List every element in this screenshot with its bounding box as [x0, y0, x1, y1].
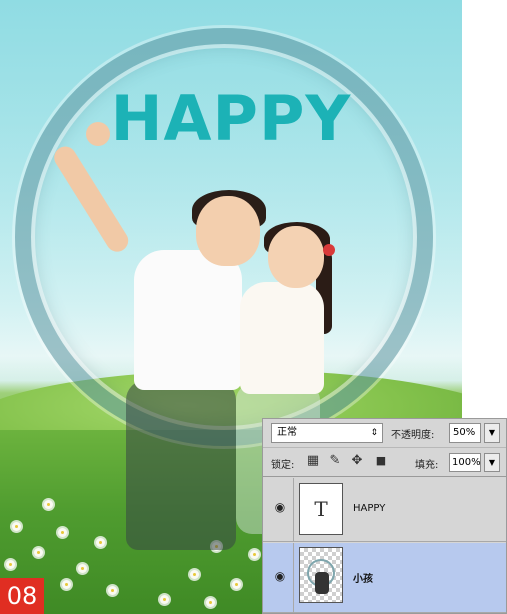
step-number-badge: 08	[0, 578, 44, 614]
lock-fill-row: 锁定: ▦ ✎ ✥ ■ 填充: 100% ▼	[263, 448, 506, 477]
visibility-eye-icon[interactable]: ◉	[270, 500, 290, 514]
daisy	[6, 560, 15, 569]
heading-happy: HAPPY	[110, 82, 352, 155]
thumbnail-kids	[315, 572, 329, 594]
lock-all-icon[interactable]: ■	[373, 453, 389, 469]
visibility-eye-icon[interactable]: ◉	[270, 569, 290, 583]
fill-dropdown-button[interactable]: ▼	[484, 453, 500, 472]
blend-mode-value: 正常	[277, 427, 297, 438]
lock-transparent-pixels-icon[interactable]: ▦	[305, 453, 321, 469]
text-layer-thumbnail: T	[299, 483, 343, 535]
updown-arrows-icon: ⇕	[370, 428, 378, 438]
chevron-down-icon: ▼	[488, 428, 496, 437]
girl-face	[268, 226, 324, 288]
daisy	[206, 598, 215, 607]
daisy	[12, 522, 21, 531]
girl-shirt	[240, 282, 324, 394]
daisy	[190, 570, 199, 579]
boy-pants	[126, 380, 236, 550]
layers-panel: 正常 ⇕ 不透明度: 50% ▼ 锁定: ▦ ✎ ✥ ■ 填充: 100% ▼ …	[262, 418, 507, 614]
boy-shirt	[134, 250, 242, 390]
boy-pointing-hand	[86, 122, 110, 146]
opacity-input[interactable]: 50%	[449, 423, 481, 443]
daisy	[58, 528, 67, 537]
daisy	[96, 538, 105, 547]
daisy	[78, 564, 87, 573]
opacity-label: 不透明度:	[391, 430, 435, 441]
daisy	[250, 550, 259, 559]
daisy	[44, 500, 53, 509]
layer-name[interactable]: HAPPY	[353, 503, 385, 514]
layer-row-kids[interactable]: ◉ 小孩	[263, 543, 506, 613]
lock-label: 锁定:	[271, 460, 295, 471]
fill-label: 填充:	[415, 460, 439, 471]
fill-input[interactable]: 100%	[449, 453, 481, 472]
daisy	[62, 580, 71, 589]
opacity-dropdown-button[interactable]: ▼	[484, 423, 500, 443]
lock-image-pixels-icon[interactable]: ✎	[327, 453, 343, 469]
layer-row-happy[interactable]: ◉ T HAPPY	[263, 478, 506, 542]
boy-face	[196, 196, 260, 266]
image-layer-thumbnail	[299, 547, 343, 603]
column-divider	[293, 478, 294, 541]
column-divider	[293, 543, 294, 612]
daisy	[108, 586, 117, 595]
daisy	[34, 548, 43, 557]
daisy	[232, 580, 241, 589]
blend-opacity-row: 正常 ⇕ 不透明度: 50% ▼	[263, 419, 506, 448]
chevron-down-icon: ▼	[488, 458, 496, 467]
lock-position-icon[interactable]: ✥	[349, 453, 365, 469]
layer-name[interactable]: 小孩	[353, 570, 373, 585]
daisy	[160, 595, 169, 604]
blend-mode-select[interactable]: 正常 ⇕	[271, 423, 383, 443]
girl-hair-bow	[323, 244, 335, 256]
